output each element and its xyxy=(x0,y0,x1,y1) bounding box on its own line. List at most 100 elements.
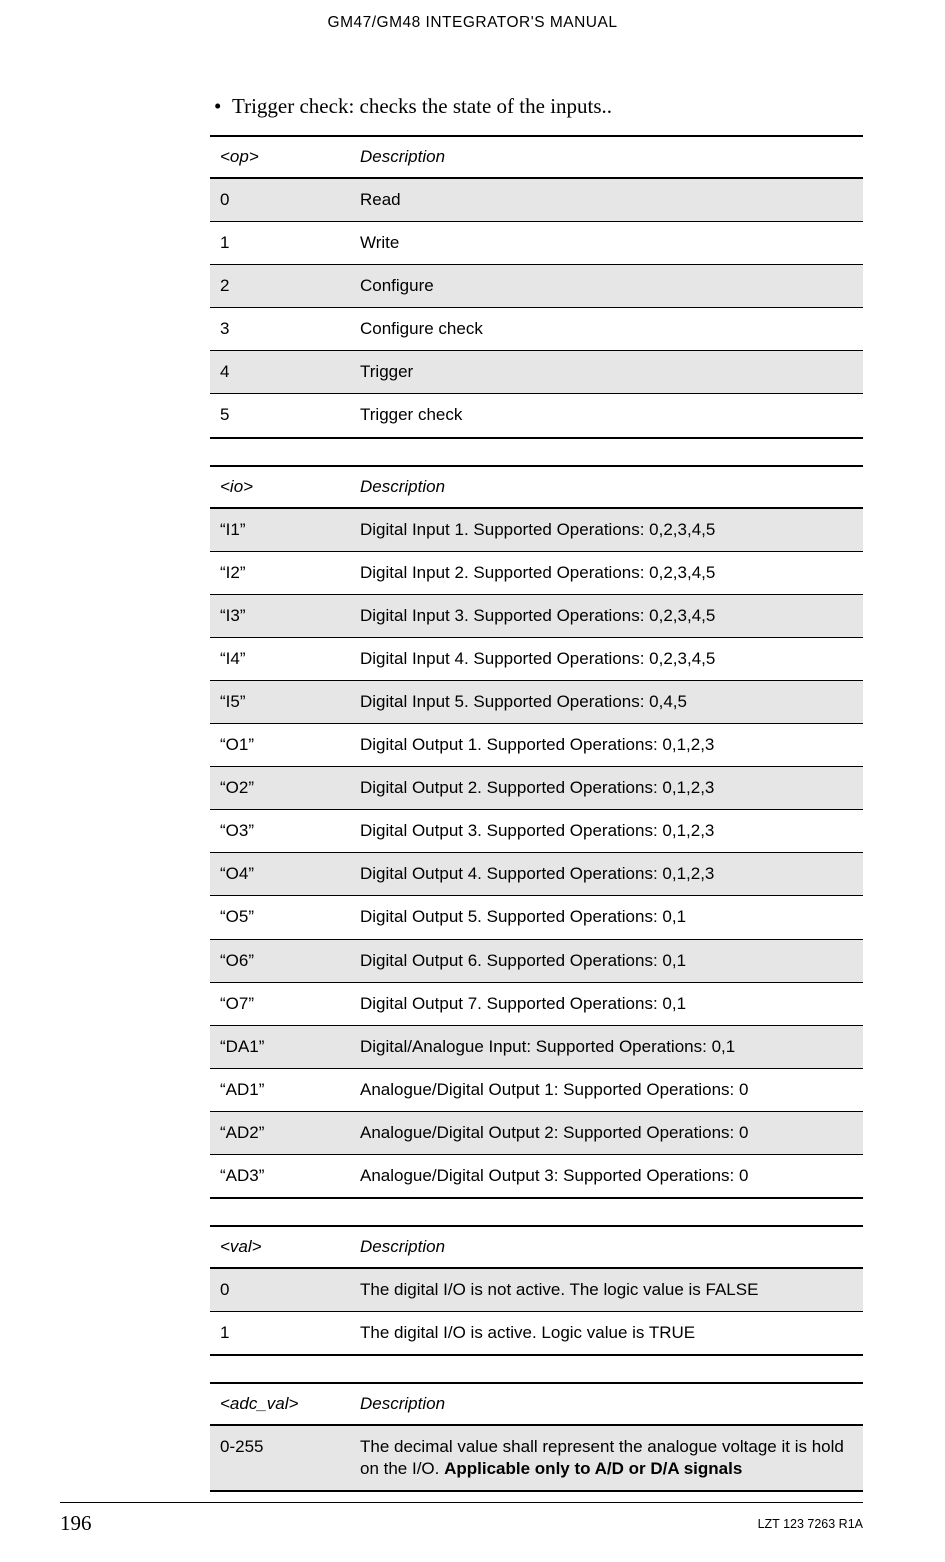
cell-desc: Trigger check xyxy=(350,394,863,438)
cell-val: 0 xyxy=(210,1268,350,1312)
table-row: 4Trigger xyxy=(210,351,863,394)
cell-desc: Digital Output 2. Supported Operations: … xyxy=(350,767,863,810)
table-row: 5Trigger check xyxy=(210,394,863,438)
cell-desc: Digital Input 1. Supported Operations: 0… xyxy=(350,508,863,552)
col-io: <io> xyxy=(210,466,350,508)
cell-desc: Trigger xyxy=(350,351,863,394)
adc-desc-bold: Applicable only to A/D or D/A signals xyxy=(444,1459,742,1478)
table-row: “I4”Digital Input 4. Supported Operation… xyxy=(210,637,863,680)
cell-val: 1 xyxy=(210,1312,350,1356)
cell-desc: Digital Output 7. Supported Operations: … xyxy=(350,982,863,1025)
cell-desc: Configure check xyxy=(350,308,863,351)
table-row: “AD1”Analogue/Digital Output 1: Supporte… xyxy=(210,1068,863,1111)
cell-desc: Configure xyxy=(350,265,863,308)
cell-desc: The digital I/O is active. Logic value i… xyxy=(350,1312,863,1356)
cell-desc: The digital I/O is not active. The logic… xyxy=(350,1268,863,1312)
cell-desc: The decimal value shall represent the an… xyxy=(350,1425,863,1491)
table-row: 3Configure check xyxy=(210,308,863,351)
cell-io: “O5” xyxy=(210,896,350,939)
table-row: “O2”Digital Output 2. Supported Operatio… xyxy=(210,767,863,810)
table-header-row: <op> Description xyxy=(210,136,863,178)
table-row: “O7”Digital Output 7. Supported Operatio… xyxy=(210,982,863,1025)
cell-desc: Digital Output 3. Supported Operations: … xyxy=(350,810,863,853)
cell-desc: Write xyxy=(350,222,863,265)
cell-desc: Digital Input 3. Supported Operations: 0… xyxy=(350,594,863,637)
col-description: Description xyxy=(350,136,863,178)
table-row: “AD3”Analogue/Digital Output 3: Supporte… xyxy=(210,1154,863,1198)
table-row: 2Configure xyxy=(210,265,863,308)
table-row: “O1”Digital Output 1. Supported Operatio… xyxy=(210,724,863,767)
bullet-item: •Trigger check: checks the state of the … xyxy=(210,94,863,119)
cell-desc: Digital Output 6. Supported Operations: … xyxy=(350,939,863,982)
col-adc-val: <adc_val> xyxy=(210,1383,350,1425)
table-header-row: <val> Description xyxy=(210,1226,863,1268)
table-op: <op> Description 0Read 1Write 2Configure… xyxy=(210,135,863,439)
cell-io: “DA1” xyxy=(210,1025,350,1068)
page-header: GM47/GM48 INTEGRATOR'S MANUAL xyxy=(0,0,945,32)
cell-op: 4 xyxy=(210,351,350,394)
bullet-dot: • xyxy=(214,94,232,119)
cell-desc: Analogue/Digital Output 1: Supported Ope… xyxy=(350,1068,863,1111)
cell-adc-val: 0-255 xyxy=(210,1425,350,1491)
cell-io: “AD3” xyxy=(210,1154,350,1198)
table-row: “I5”Digital Input 5. Supported Operation… xyxy=(210,680,863,723)
cell-desc: Digital Input 2. Supported Operations: 0… xyxy=(350,551,863,594)
page-number: 196 xyxy=(60,1511,92,1536)
table-row: “I3”Digital Input 3. Supported Operation… xyxy=(210,594,863,637)
cell-desc: Analogue/Digital Output 2: Supported Ope… xyxy=(350,1111,863,1154)
table-row: “O4”Digital Output 4. Supported Operatio… xyxy=(210,853,863,896)
cell-io: “AD2” xyxy=(210,1111,350,1154)
content-area: •Trigger check: checks the state of the … xyxy=(210,94,863,1492)
col-description: Description xyxy=(350,1226,863,1268)
cell-desc: Digital Input 4. Supported Operations: 0… xyxy=(350,637,863,680)
table-row: “AD2”Analogue/Digital Output 2: Supporte… xyxy=(210,1111,863,1154)
cell-op: 3 xyxy=(210,308,350,351)
table-row: 0The digital I/O is not active. The logi… xyxy=(210,1268,863,1312)
header-title: GM47/GM48 INTEGRATOR'S MANUAL xyxy=(328,14,618,31)
table-row: 0Read xyxy=(210,178,863,222)
page-footer: 196 LZT 123 7263 R1A xyxy=(0,1502,945,1536)
cell-io: “I5” xyxy=(210,680,350,723)
cell-io: “I2” xyxy=(210,551,350,594)
table-row: “O3”Digital Output 3. Supported Operatio… xyxy=(210,810,863,853)
cell-desc: Digital Input 5. Supported Operations: 0… xyxy=(350,680,863,723)
cell-io: “AD1” xyxy=(210,1068,350,1111)
cell-io: “I4” xyxy=(210,637,350,680)
cell-desc: Digital/Analogue Input: Supported Operat… xyxy=(350,1025,863,1068)
table-adc-val: <adc_val> Description 0-255 The decimal … xyxy=(210,1382,863,1492)
col-op: <op> xyxy=(210,136,350,178)
cell-desc: Read xyxy=(350,178,863,222)
table-row: “I2”Digital Input 2. Supported Operation… xyxy=(210,551,863,594)
cell-io: “O4” xyxy=(210,853,350,896)
cell-op: 0 xyxy=(210,178,350,222)
cell-io: “O2” xyxy=(210,767,350,810)
cell-desc: Digital Output 4. Supported Operations: … xyxy=(350,853,863,896)
doc-id: LZT 123 7263 R1A xyxy=(758,1517,863,1531)
table-row: “I1”Digital Input 1. Supported Operation… xyxy=(210,508,863,552)
cell-io: “O3” xyxy=(210,810,350,853)
table-val: <val> Description 0The digital I/O is no… xyxy=(210,1225,863,1356)
cell-io: “O1” xyxy=(210,724,350,767)
cell-desc: Analogue/Digital Output 3: Supported Ope… xyxy=(350,1154,863,1198)
col-description: Description xyxy=(350,466,863,508)
table-row: “DA1”Digital/Analogue Input: Supported O… xyxy=(210,1025,863,1068)
table-row: “O6”Digital Output 6. Supported Operatio… xyxy=(210,939,863,982)
cell-op: 5 xyxy=(210,394,350,438)
table-row: 1The digital I/O is active. Logic value … xyxy=(210,1312,863,1356)
cell-desc: Digital Output 1. Supported Operations: … xyxy=(350,724,863,767)
table-row: 0-255 The decimal value shall represent … xyxy=(210,1425,863,1491)
col-val: <val> xyxy=(210,1226,350,1268)
table-header-row: <adc_val> Description xyxy=(210,1383,863,1425)
table-row: 1Write xyxy=(210,222,863,265)
cell-io: “I1” xyxy=(210,508,350,552)
cell-io: “O7” xyxy=(210,982,350,1025)
cell-op: 1 xyxy=(210,222,350,265)
table-row: “O5”Digital Output 5. Supported Operatio… xyxy=(210,896,863,939)
table-io: <io> Description “I1”Digital Input 1. Su… xyxy=(210,465,863,1200)
col-description: Description xyxy=(350,1383,863,1425)
table-header-row: <io> Description xyxy=(210,466,863,508)
cell-op: 2 xyxy=(210,265,350,308)
cell-io: “I3” xyxy=(210,594,350,637)
bullet-text: Trigger check: checks the state of the i… xyxy=(232,94,612,118)
cell-io: “O6” xyxy=(210,939,350,982)
